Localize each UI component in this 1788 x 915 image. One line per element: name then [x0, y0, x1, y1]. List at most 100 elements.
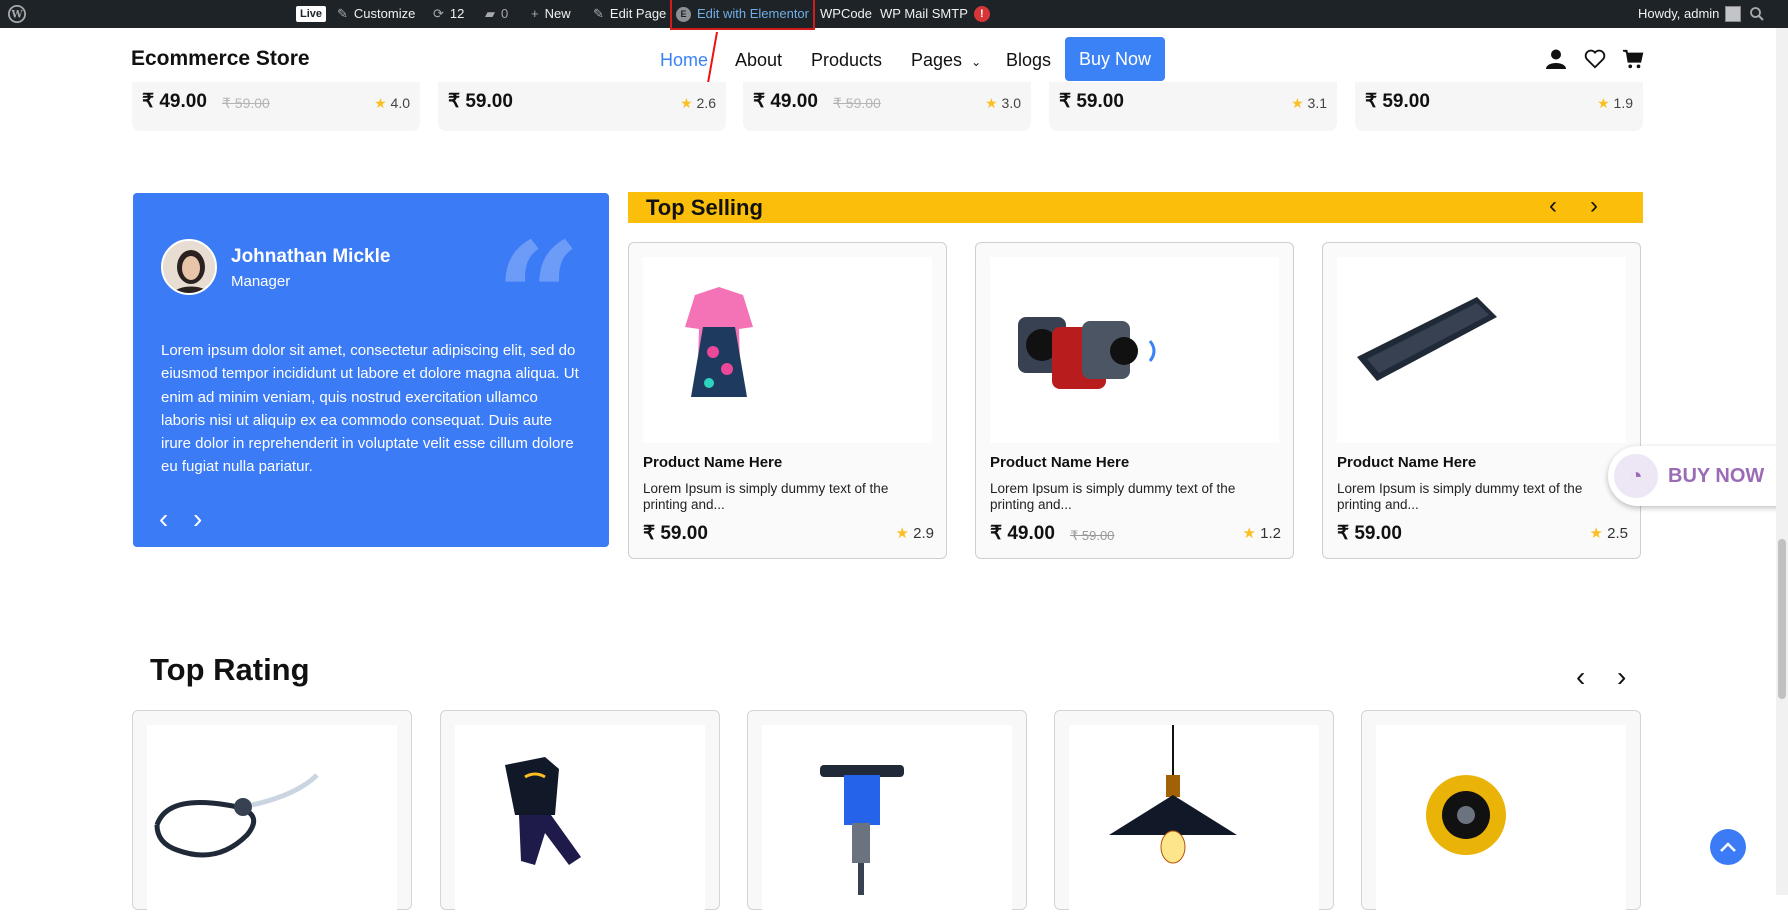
product-card[interactable]	[747, 710, 1027, 915]
customize-label: Customize	[353, 6, 416, 21]
kids-clothes-image[interactable]	[455, 725, 705, 915]
star-icon: ★	[374, 95, 387, 111]
new-content-link[interactable]: + New	[531, 0, 571, 28]
top-rating-next-arrow-icon[interactable]: ›	[1617, 661, 1626, 693]
pencil-icon: ✎	[593, 6, 604, 21]
testimonial-name: Johnathan Mickle	[231, 246, 391, 267]
nav-home[interactable]: Home	[660, 50, 708, 71]
wordpress-logo-icon[interactable]: W	[8, 0, 26, 28]
wpcode-link[interactable]: WPCode	[820, 0, 872, 28]
star-icon: ★	[985, 95, 998, 111]
product-card[interactable]: ₹ 49.00 ₹ 59.00 ★ 3.0	[743, 82, 1031, 131]
svg-text:W: W	[10, 10, 23, 21]
customize-link[interactable]: ✎ Customize	[337, 0, 415, 28]
smtp-alert-badge: !	[973, 6, 990, 22]
pendant-lamp-image[interactable]	[1069, 725, 1319, 915]
comment-icon: ▰	[485, 6, 495, 21]
search-icon[interactable]	[1750, 0, 1764, 28]
page-scrollbar[interactable]	[1776, 28, 1788, 895]
product-price: ₹ 49.00	[990, 523, 1055, 544]
product-card[interactable]	[1054, 710, 1334, 915]
top-rating-title: Top Rating	[150, 652, 310, 687]
chevron-down-icon: ⌄	[971, 55, 982, 69]
product-old-price: ₹ 59.00	[222, 95, 270, 111]
howdy-label: Howdy, admin	[1638, 6, 1720, 21]
buy-now-button[interactable]: Buy Now	[1065, 37, 1165, 81]
product-price: ₹ 49.00	[142, 91, 207, 112]
floating-buy-now-label: BUY NOW	[1668, 464, 1765, 487]
nav-blogs[interactable]: Blogs	[1006, 50, 1051, 71]
star-icon: ★	[1242, 525, 1256, 542]
product-card[interactable]: Product Name Here Lorem Ipsum is simply …	[628, 242, 947, 559]
jackhammer-image[interactable]	[762, 725, 1012, 915]
account-menu[interactable]: Howdy, admin	[1638, 0, 1742, 28]
star-icon: ★	[680, 95, 693, 111]
top-selling-header: Top Selling ‹ ›	[628, 192, 1643, 223]
product-card[interactable]: Product Name Here Lorem Ipsum is simply …	[975, 242, 1294, 559]
rating-value: 2.6	[696, 95, 716, 111]
rating-value: 3.1	[1307, 95, 1327, 111]
comments-link[interactable]: ▰ 0	[485, 0, 508, 28]
product-old-price: ₹ 59.00	[1070, 528, 1115, 543]
speaker-image[interactable]	[1376, 725, 1626, 915]
product-card[interactable]: ₹ 59.00 ★ 3.1	[1049, 82, 1337, 131]
star-icon: ★	[1597, 95, 1610, 111]
top-rating-prev-arrow-icon[interactable]: ‹	[1576, 661, 1585, 693]
product-image[interactable]	[1337, 257, 1626, 443]
product-name[interactable]: Product Name Here	[990, 454, 1129, 471]
nav-pages[interactable]: Pages ⌄	[911, 50, 981, 71]
brush-icon: ✎	[337, 6, 348, 21]
top-selling-next-arrow-icon[interactable]: ›	[1590, 192, 1598, 220]
edit-with-elementor-link[interactable]: E Edit with Elementor	[670, 0, 815, 30]
user-icon[interactable]	[1545, 48, 1567, 70]
product-price: ₹ 59.00	[1365, 91, 1430, 112]
site-logo[interactable]: Ecommerce Store	[131, 47, 310, 71]
testimonial-prev-arrow-icon[interactable]: ‹	[159, 503, 168, 535]
product-card[interactable]: ₹ 59.00 ★ 1.9	[1355, 82, 1643, 131]
nav-about[interactable]: About	[735, 50, 782, 71]
product-rating: ★ 3.1	[1291, 95, 1327, 112]
wp-mail-smtp-label: WP Mail SMTP	[880, 6, 968, 21]
product-image[interactable]	[990, 257, 1279, 443]
heart-icon[interactable]	[1584, 48, 1606, 70]
testimonial-role: Manager	[231, 273, 291, 290]
testimonial-avatar	[161, 239, 217, 295]
wp-mail-smtp-link[interactable]: WP Mail SMTP !	[880, 0, 990, 28]
buy-now-logo-icon: ◔	[1614, 454, 1658, 498]
product-description: Lorem Ipsum is simply dummy text of the …	[990, 481, 1236, 512]
product-card[interactable]	[1361, 710, 1641, 915]
scroll-to-top-button[interactable]	[1710, 829, 1746, 865]
product-price: ₹ 59.00	[643, 523, 708, 544]
product-card[interactable]: ₹ 59.00 ★ 2.6	[438, 82, 726, 131]
product-rating: ★ 2.6	[680, 95, 716, 112]
elementor-icon: E	[676, 6, 691, 22]
rating-value: 3.0	[1001, 95, 1021, 111]
rating-value: 4.0	[390, 95, 410, 111]
top-selling-prev-arrow-icon[interactable]: ‹	[1549, 192, 1557, 220]
new-label: New	[544, 6, 571, 21]
live-indicator[interactable]: Live	[296, 0, 327, 28]
product-card[interactable]	[132, 710, 412, 915]
product-card[interactable]: ₹ 49.00 ₹ 59.00 ★ 4.0	[132, 82, 420, 131]
testimonial-card: Johnathan Mickle Manager “ Lorem ipsum d…	[133, 193, 609, 547]
testimonial-next-arrow-icon[interactable]: ›	[193, 503, 202, 535]
nav-products[interactable]: Products	[811, 50, 882, 71]
product-rating: ★ 4.0	[374, 95, 410, 112]
product-name[interactable]: Product Name Here	[643, 454, 782, 471]
scrollbar-thumb[interactable]	[1778, 539, 1786, 699]
comments-count: 0	[501, 6, 509, 21]
product-rating: ★ 1.9	[1597, 95, 1633, 112]
stethoscope-image[interactable]	[147, 725, 397, 915]
updates-count: 12	[449, 6, 465, 21]
product-price: ₹ 59.00	[448, 91, 513, 112]
floating-buy-now-button[interactable]: ◔ BUY NOW	[1608, 446, 1788, 506]
product-card[interactable]	[440, 710, 720, 915]
product-rating: ★ 2.9	[896, 524, 934, 542]
wp-admin-bar: W Live ✎ Customize ⟳ 12 ▰ 0 + New ✎ Edit…	[0, 0, 1788, 30]
product-name[interactable]: Product Name Here	[1337, 454, 1476, 471]
product-card[interactable]: Product Name Here Lorem Ipsum is simply …	[1322, 242, 1641, 559]
edit-page-link[interactable]: ✎ Edit Page	[593, 0, 666, 28]
product-image[interactable]	[643, 257, 932, 443]
cart-icon[interactable]	[1622, 48, 1644, 70]
updates-link[interactable]: ⟳ 12	[433, 0, 464, 28]
